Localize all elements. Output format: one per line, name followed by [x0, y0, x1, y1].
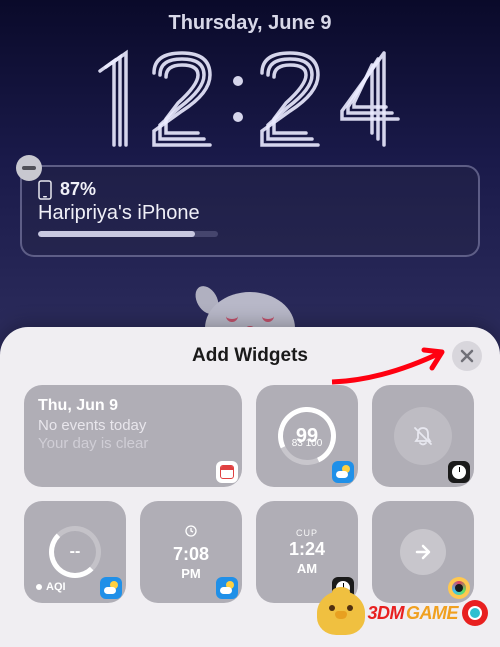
aqi-value-small: --	[49, 526, 101, 578]
clock-time: 1:24	[289, 539, 325, 560]
calendar-app-icon	[216, 461, 238, 483]
phone-icon	[38, 180, 52, 200]
lock-screen-clock[interactable]	[0, 35, 500, 155]
watermark-logo: 3DMGAME	[317, 591, 488, 635]
battery-progress-bar	[38, 231, 218, 237]
weather-app-icon	[332, 461, 354, 483]
clock-icon	[184, 524, 198, 538]
remove-widget-button[interactable]	[16, 155, 42, 181]
minus-icon	[22, 166, 36, 170]
battery-percent: 87%	[60, 179, 96, 200]
calendar-date: Thu, Jun 9	[38, 397, 228, 415]
close-button[interactable]	[452, 341, 482, 371]
clock-ampm: AM	[289, 561, 325, 576]
clock-ampm: PM	[173, 566, 209, 581]
weather-app-icon	[216, 577, 238, 599]
arrow-right-icon	[412, 541, 434, 563]
clock-time: 7:08	[173, 544, 209, 565]
widget-shortcut[interactable]	[372, 501, 474, 603]
weather-app-icon	[100, 577, 122, 599]
sheet-title: Add Widgets	[192, 345, 308, 367]
aqi-label: AQI	[46, 581, 66, 593]
widget-weather-aqi[interactable]: 99 83 100	[256, 385, 358, 487]
widget-calendar[interactable]: Thu, Jun 9 No events today Your day is c…	[24, 385, 242, 487]
widget-clock-local[interactable]: 7:08 PM	[140, 501, 242, 603]
widget-dnd[interactable]	[372, 385, 474, 487]
battery-widget[interactable]: 87% Haripriya's iPhone	[20, 165, 480, 257]
device-name: Haripriya's iPhone	[38, 202, 462, 225]
location-icon	[462, 600, 488, 626]
widget-aqi[interactable]: -- AQI	[24, 501, 126, 603]
close-icon	[460, 349, 474, 363]
lock-screen-date: Thursday, June 9	[0, 0, 500, 35]
clock-app-icon	[448, 461, 470, 483]
clock-city: CUP	[289, 528, 325, 538]
calendar-events: No events today	[38, 417, 228, 434]
aqi-range: 83 100	[292, 438, 323, 449]
bell-slash-icon	[412, 425, 434, 447]
calendar-status: Your day is clear	[38, 435, 228, 452]
